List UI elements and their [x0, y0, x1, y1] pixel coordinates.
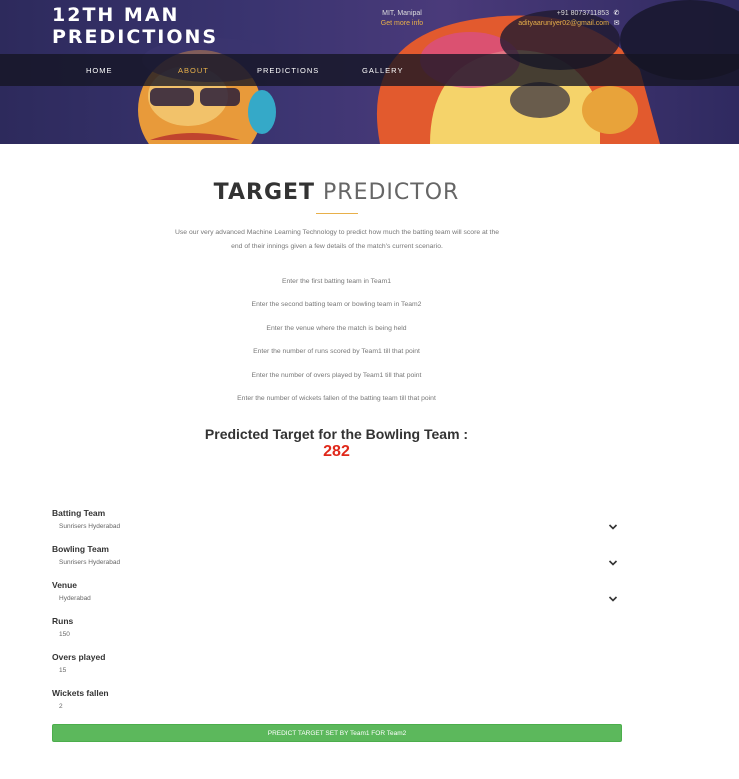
chevron-down-icon: [608, 596, 618, 602]
brand-line-2: PREDICTIONS: [52, 26, 219, 48]
title-bold: TARGET: [213, 180, 316, 205]
prediction-value: 282: [323, 443, 350, 460]
phone-number[interactable]: +91 8073711853: [557, 10, 609, 17]
wickets-input[interactable]: 2: [52, 700, 622, 714]
contact-block: +91 8073711853 ✆ adityaaruniyer02@gmail.c…: [518, 9, 621, 29]
instruction-step: Enter the number of overs played by Team…: [251, 372, 422, 379]
overs-value: 15: [59, 667, 67, 674]
bowling-team-select[interactable]: Sunrisers Hyderabad: [52, 556, 622, 570]
more-info-link[interactable]: Get more info: [372, 19, 432, 29]
predict-button[interactable]: PREDICT TARGET SET BY Team1 FOR Team2: [52, 724, 622, 742]
wickets-label: Wickets fallen: [52, 688, 109, 698]
prediction-label: Predicted Target for the Bowling Team :: [204, 426, 469, 442]
phone-icon: ✆: [613, 10, 620, 17]
email-link[interactable]: adityaaruniyer02@gmail.com: [518, 20, 609, 27]
runs-input[interactable]: 150: [52, 628, 622, 642]
bowling-team-value: Sunrisers Hyderabad: [59, 559, 121, 566]
envelope-icon: ✉: [613, 20, 620, 27]
location-text: MIT, Manipal: [382, 10, 422, 17]
overs-label: Overs played: [52, 652, 106, 662]
main-nav: HOME ABOUT PREDICTIONS GALLERY: [0, 54, 739, 86]
runs-value: 150: [59, 631, 70, 638]
hero-banner: 12TH MAN PREDICTIONS MIT, Manipal Get mo…: [0, 0, 739, 144]
location-block: MIT, Manipal Get more info: [372, 9, 432, 29]
instruction-step: Enter the number of runs scored by Team1…: [253, 348, 420, 355]
wickets-value: 2: [59, 703, 63, 710]
title-divider: [316, 213, 358, 214]
venue-value: Hyderabad: [59, 595, 91, 602]
email-row: adityaaruniyer02@gmail.com ✉: [518, 19, 621, 29]
site-logo[interactable]: 12TH MAN PREDICTIONS: [52, 4, 218, 48]
intro-text: Use our very advanced Machine Learning T…: [174, 229, 500, 250]
batting-team-value: Sunrisers Hyderabad: [59, 523, 121, 530]
runs-label: Runs: [52, 616, 74, 626]
overs-input[interactable]: 15: [52, 664, 622, 678]
nav-gallery[interactable]: GALLERY: [362, 66, 403, 75]
phone-row: +91 8073711853 ✆: [518, 9, 621, 19]
brand-line-1: 12TH MAN: [52, 4, 180, 26]
nav-about[interactable]: ABOUT: [178, 66, 209, 75]
venue-label: Venue: [52, 580, 78, 590]
nav-home[interactable]: HOME: [86, 66, 113, 75]
instruction-step: Enter the second batting team or bowling…: [251, 301, 422, 308]
instruction-step: Enter the number of wickets fallen of th…: [237, 395, 436, 402]
chevron-down-icon: [608, 524, 618, 530]
instruction-step: Enter the venue where the match is being…: [266, 325, 407, 332]
bowling-team-label: Bowling Team: [52, 544, 109, 554]
instruction-step: Enter the first batting team in Team1: [281, 278, 392, 285]
chevron-down-icon: [608, 560, 618, 566]
title-light: PREDICTOR: [323, 180, 460, 205]
venue-select[interactable]: Hyderabad: [52, 592, 622, 606]
page-title: TARGET PREDICTOR: [0, 180, 673, 205]
batting-team-select[interactable]: Sunrisers Hyderabad: [52, 520, 622, 534]
nav-predictions[interactable]: PREDICTIONS: [257, 66, 319, 75]
batting-team-label: Batting Team: [52, 508, 106, 518]
